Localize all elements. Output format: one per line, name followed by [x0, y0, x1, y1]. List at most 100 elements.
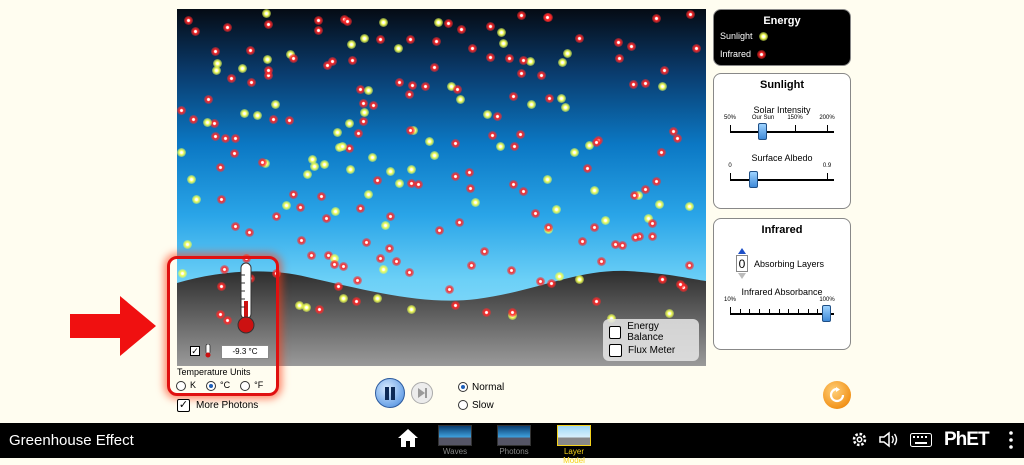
more-photons-option[interactable]: ✓ More Photons: [177, 399, 258, 412]
slider-tick: [817, 309, 819, 313]
infrared-photon: [246, 46, 255, 55]
keyboard-icon[interactable]: [910, 433, 932, 447]
surface-albedo-slider[interactable]: 0 0.9: [724, 163, 840, 191]
solar-intensity-label: Solar Intensity: [753, 105, 811, 115]
infrared-photon: [354, 129, 363, 138]
tick-label: 10%: [723, 297, 737, 303]
infrared-photon: [353, 276, 362, 285]
infrared-photon: [362, 238, 371, 247]
more-options-icon[interactable]: [1009, 431, 1013, 449]
infrared-photon: [373, 176, 382, 185]
sunlight-photon: [187, 175, 196, 184]
infrared-photon: [510, 142, 519, 151]
screen-tab-photons-label: Photons: [499, 447, 529, 456]
speed-slow-label: Slow: [472, 399, 494, 411]
sunlight-photon: [552, 205, 561, 214]
slider-tick: [749, 309, 751, 313]
screen-tab-photons[interactable]: Photons: [496, 425, 532, 456]
sunlight-photon: [425, 137, 434, 146]
infrared-photon: [467, 261, 476, 270]
infrared-photon: [258, 158, 267, 167]
surface-albedo-label: Surface Albedo: [751, 153, 813, 163]
sunlight-photon: [434, 18, 443, 27]
flux-meter-checkbox[interactable]: [609, 343, 622, 357]
sunlight-photon: [346, 165, 355, 174]
settings-icon[interactable]: [851, 431, 868, 448]
infrared-photon: [395, 78, 404, 87]
infrared-photon: [657, 148, 666, 157]
more-photons-checkbox[interactable]: ✓: [177, 399, 190, 412]
radio-normal[interactable]: [458, 382, 468, 392]
sunlight-photon: [360, 108, 369, 117]
tick-label: Our Sun: [751, 115, 775, 121]
sunlight-photon: [331, 207, 340, 216]
slider-tick: [788, 309, 790, 313]
infrared-absorbance-slider[interactable]: 10% 100%: [724, 297, 840, 325]
absorbing-layers-control: 0 Absorbing Layers: [736, 248, 850, 279]
screen-tab-layer-model-label: Layer Model: [563, 447, 585, 465]
infrared-photon: [322, 214, 331, 223]
slider-tick: [827, 125, 828, 132]
infrared-photon: [444, 19, 453, 28]
infrared-photon: [641, 79, 650, 88]
infrared-photon: [517, 69, 526, 78]
infrared-photon: [592, 297, 601, 306]
infrared-photon: [507, 266, 516, 275]
reset-all-button[interactable]: [823, 381, 851, 409]
infrared-photon: [369, 101, 378, 110]
sunlight-photon: [240, 109, 249, 118]
surface-albedo-thumb[interactable]: [749, 171, 758, 188]
slider-track: [730, 131, 834, 133]
infrared-photon: [348, 56, 357, 65]
sunlight-photon: [364, 86, 373, 95]
infrared-photon: [376, 35, 385, 44]
flux-meter-option[interactable]: Flux Meter: [609, 341, 693, 359]
infrared-photon: [627, 42, 636, 51]
infrared-photon: [432, 37, 441, 46]
sunlight-photon: [238, 64, 247, 73]
infrared-panel: Infrared 0 Absorbing Layers Infrared Abs…: [713, 218, 851, 350]
speed-slow[interactable]: Slow: [458, 396, 504, 414]
infrared-absorbance-thumb[interactable]: [822, 305, 831, 322]
screen-tab-waves[interactable]: Waves: [437, 425, 473, 456]
infrared-photon: [247, 78, 256, 87]
decrement-arrow-icon[interactable]: [738, 273, 746, 279]
sunlight-photon: [253, 111, 262, 120]
infrared-photon: [544, 223, 553, 232]
infrared-photon: [314, 26, 323, 35]
sunlight-photon: [456, 95, 465, 104]
energy-balance-checkbox[interactable]: [609, 325, 622, 339]
sunlight-photon: [183, 240, 192, 249]
energy-balance-option[interactable]: Energy Balance: [609, 321, 693, 343]
sunlight-photon: [665, 309, 674, 318]
infrared-photon: [457, 25, 466, 34]
pause-button[interactable]: [375, 378, 405, 408]
infrared-photon: [583, 164, 592, 173]
step-forward-button[interactable]: [411, 382, 433, 404]
infrared-photon: [692, 44, 701, 53]
sunlight-photon: [379, 265, 388, 274]
radio-slow[interactable]: [458, 400, 468, 410]
infrared-photon: [435, 226, 444, 235]
sunlight-photon: [407, 305, 416, 314]
infrared-photon: [480, 247, 489, 256]
infrared-photon: [297, 236, 306, 245]
home-icon[interactable]: [398, 429, 418, 447]
infrared-photon: [488, 131, 497, 140]
sunlight-photon: [303, 170, 312, 179]
infrared-photon: [508, 308, 517, 317]
slider-tick: [768, 309, 770, 313]
infrared-photon: [191, 27, 200, 36]
infrared-photon: [264, 20, 273, 29]
screen-tab-layer-model[interactable]: Layer Model: [552, 425, 596, 465]
sunlight-photon: [282, 201, 291, 210]
absorbing-layers-spinner[interactable]: 0: [736, 248, 748, 279]
sunlight-photon: [395, 179, 404, 188]
sunlight-photon: [308, 155, 317, 164]
increment-arrow-icon[interactable]: [738, 248, 746, 254]
sound-icon[interactable]: [879, 431, 899, 448]
solar-intensity-thumb[interactable]: [758, 123, 767, 140]
infrared-photon: [328, 57, 337, 66]
speed-normal[interactable]: Normal: [458, 378, 504, 396]
solar-intensity-slider[interactable]: 50% Our Sun 150% 200%: [724, 115, 840, 143]
